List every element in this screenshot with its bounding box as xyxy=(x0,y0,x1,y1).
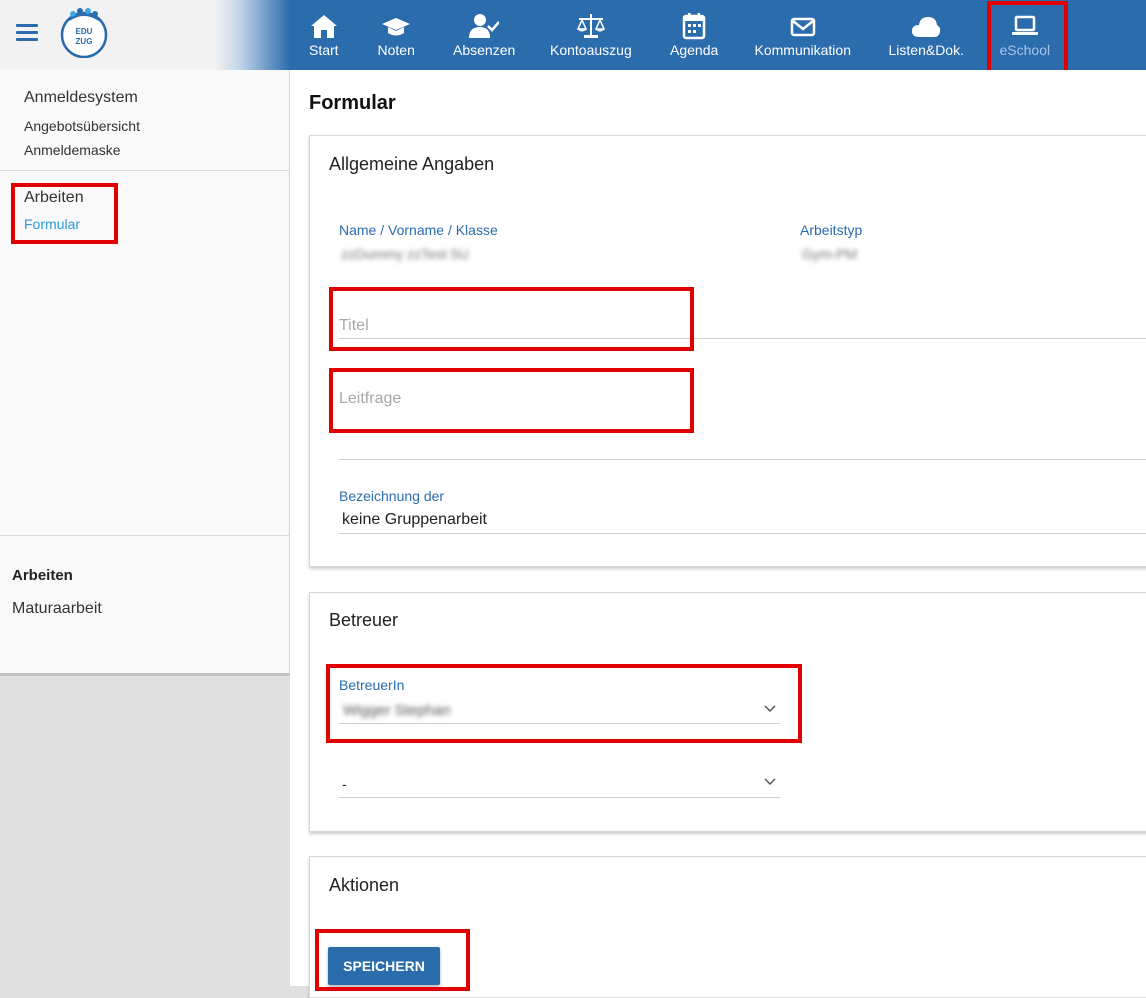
sidebar: Anmeldesystem Angebotsübersicht Anmeldem… xyxy=(0,70,290,674)
nav-item-eschool[interactable]: eSchool xyxy=(1000,0,1050,70)
user-check-icon xyxy=(469,14,499,38)
name-field-label: Name / Vorname / Klasse xyxy=(339,222,498,238)
nav-label: Kommunikation xyxy=(754,42,852,58)
graduation-cap-icon xyxy=(382,18,410,36)
nav-item-kontoauszug[interactable]: Kontoauszug xyxy=(550,0,632,70)
leitfrage-input-underline xyxy=(339,459,1146,460)
nav-item-start[interactable]: Start xyxy=(309,0,339,70)
sidebar-divider xyxy=(0,535,289,536)
nav-item-kommunikation[interactable]: Kommunikation xyxy=(755,0,851,70)
card-title: Allgemeine Angaben xyxy=(329,154,495,174)
nav-item-listen-dok[interactable]: Listen&Dok. xyxy=(889,0,964,70)
betreuer-select-value[interactable]: Wigger Stephan xyxy=(343,702,451,719)
titel-input[interactable]: Titel xyxy=(339,317,369,335)
nav-item-absenzen[interactable]: Absenzen xyxy=(453,0,515,70)
chevron-down-icon[interactable] xyxy=(764,778,776,786)
sidebar-item-formular[interactable]: Formular xyxy=(24,216,80,232)
betreuer-select-label: BetreuerIn xyxy=(339,677,405,693)
general-info-card: Allgemeine Angaben Name / Vorname / Klas… xyxy=(309,135,1146,567)
second-betreuer-select-value[interactable]: - xyxy=(342,776,347,792)
sidebar-item-angebotsuebersicht[interactable]: Angebotsübersicht xyxy=(24,118,140,134)
menu-icon[interactable] xyxy=(16,24,38,42)
card-title: Betreuer xyxy=(329,610,399,630)
envelope-icon xyxy=(790,17,816,37)
sidebar-item-anmeldemaske[interactable]: Anmeldemaske xyxy=(24,142,121,158)
titel-input-underline xyxy=(339,338,1146,339)
main-content: Formular Allgemeine Angaben Name / Vorna… xyxy=(290,70,1146,998)
logo-text-top: EDU xyxy=(76,27,93,36)
type-field-value: Gym-PM xyxy=(802,246,858,262)
sidebar-heading-anmeldesystem[interactable]: Anmeldesystem xyxy=(24,89,138,107)
nav-label: eSchool xyxy=(999,42,1051,58)
sidebar-shadow xyxy=(0,673,290,676)
nav-item-agenda[interactable]: Agenda xyxy=(670,0,718,70)
save-button[interactable]: SPEICHERN xyxy=(328,947,440,985)
chevron-down-icon[interactable] xyxy=(764,705,776,713)
page-title: Formular xyxy=(309,92,396,114)
logo-text-bottom: ZUG xyxy=(76,37,93,46)
sidebar-divider xyxy=(0,170,289,171)
nav-label: Start xyxy=(309,42,339,58)
cloud-icon xyxy=(912,17,941,37)
nav-label: Absenzen xyxy=(453,42,516,58)
home-icon xyxy=(311,15,337,38)
edu-zug-logo[interactable]: EDU ZUG xyxy=(59,8,109,58)
card-title: Aktionen xyxy=(329,875,400,895)
type-field-label: Arbeitstyp xyxy=(800,222,863,238)
actions-card: Aktionen SPEICHERN xyxy=(309,856,1146,998)
nav-label: Noten xyxy=(377,42,415,58)
bezeichnung-input[interactable]: keine Gruppenarbeit xyxy=(342,511,487,529)
balance-scale-icon xyxy=(576,14,606,38)
nav-label: Agenda xyxy=(670,42,719,58)
bezeichnung-underline xyxy=(339,533,1146,534)
name-field-value: zzDummy zzTest 5U xyxy=(341,246,469,262)
sidebar-heading-arbeiten[interactable]: Arbeiten xyxy=(24,189,84,207)
second-select-underline xyxy=(339,797,780,798)
betreuer-card: Betreuer BetreuerIn Wigger Stephan - xyxy=(309,592,1146,832)
nav-label: Kontoauszug xyxy=(550,42,632,58)
logo-area: EDU ZUG xyxy=(0,0,290,70)
sidebar-item-maturaarbeit[interactable]: Maturaarbeit xyxy=(12,600,102,618)
nav-label: Listen&Dok. xyxy=(888,42,964,58)
nav-item-noten[interactable]: Noten xyxy=(378,0,415,70)
betreuer-select-underline xyxy=(339,723,780,724)
calendar-icon xyxy=(682,13,706,40)
laptop-icon xyxy=(1012,15,1038,35)
sidebar-heading-arbeiten-bold: Arbeiten xyxy=(12,567,73,584)
bezeichnung-label: Bezeichnung der xyxy=(339,488,445,504)
leitfrage-input[interactable]: Leitfrage xyxy=(339,390,401,408)
